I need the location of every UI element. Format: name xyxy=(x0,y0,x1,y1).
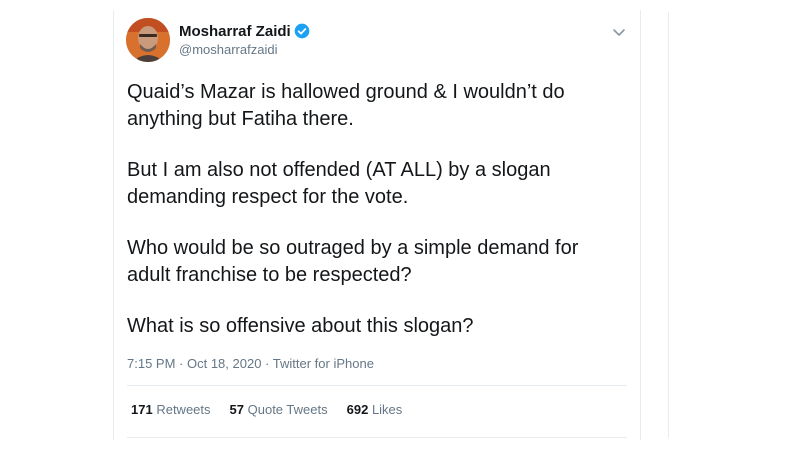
quote-tweets-label: Quote Tweets xyxy=(247,402,328,417)
meta-separator: · xyxy=(175,356,187,371)
tweet-meta: 7:15 PM · Oct 18, 2020 · Twitter for iPh… xyxy=(127,356,374,371)
retweets-count: 171 xyxy=(131,402,153,417)
tweet-paragraph: But I am also not offended (AT ALL) by a… xyxy=(127,159,551,208)
tweet-paragraph: What is so offensive about this slogan? xyxy=(127,315,474,337)
column-divider xyxy=(668,12,669,438)
tweet-paragraph: Who would be so outraged by a simple dem… xyxy=(127,237,579,286)
tweet-time[interactable]: 7:15 PM xyxy=(127,356,175,371)
likes-count: 692 xyxy=(346,402,369,417)
avatar[interactable] xyxy=(126,18,170,62)
avatar-image xyxy=(126,18,170,62)
retweets-stat[interactable]: 171 Retweets xyxy=(131,402,211,417)
chevron-down-icon[interactable] xyxy=(612,25,626,39)
tweet-paragraph: Quaid’s Mazar is hallowed ground & I wou… xyxy=(127,81,565,130)
verified-badge-icon xyxy=(294,23,310,39)
likes-label: Likes xyxy=(371,402,403,417)
divider xyxy=(127,437,627,438)
likes-stat[interactable]: 692 Likes xyxy=(347,402,403,417)
tweet-date[interactable]: Oct 18, 2020 xyxy=(187,356,261,371)
tweet-source[interactable]: Twitter for iPhone xyxy=(273,356,374,371)
author-handle[interactable]: @mosharrafzaidi xyxy=(179,42,277,57)
divider xyxy=(127,385,627,386)
author-row: Mosharraf Zaidi xyxy=(179,21,310,41)
quote-tweets-count: 57 xyxy=(229,402,244,417)
tweet-stats: 171 Retweets 57 Quote Tweets 692 Likes xyxy=(131,402,421,417)
author-name[interactable]: Mosharraf Zaidi xyxy=(179,23,291,40)
tweet-card xyxy=(113,10,641,440)
retweets-label: Retweets xyxy=(156,402,211,417)
quote-tweets-stat[interactable]: 57 Quote Tweets xyxy=(230,402,328,417)
meta-separator: · xyxy=(261,356,273,371)
